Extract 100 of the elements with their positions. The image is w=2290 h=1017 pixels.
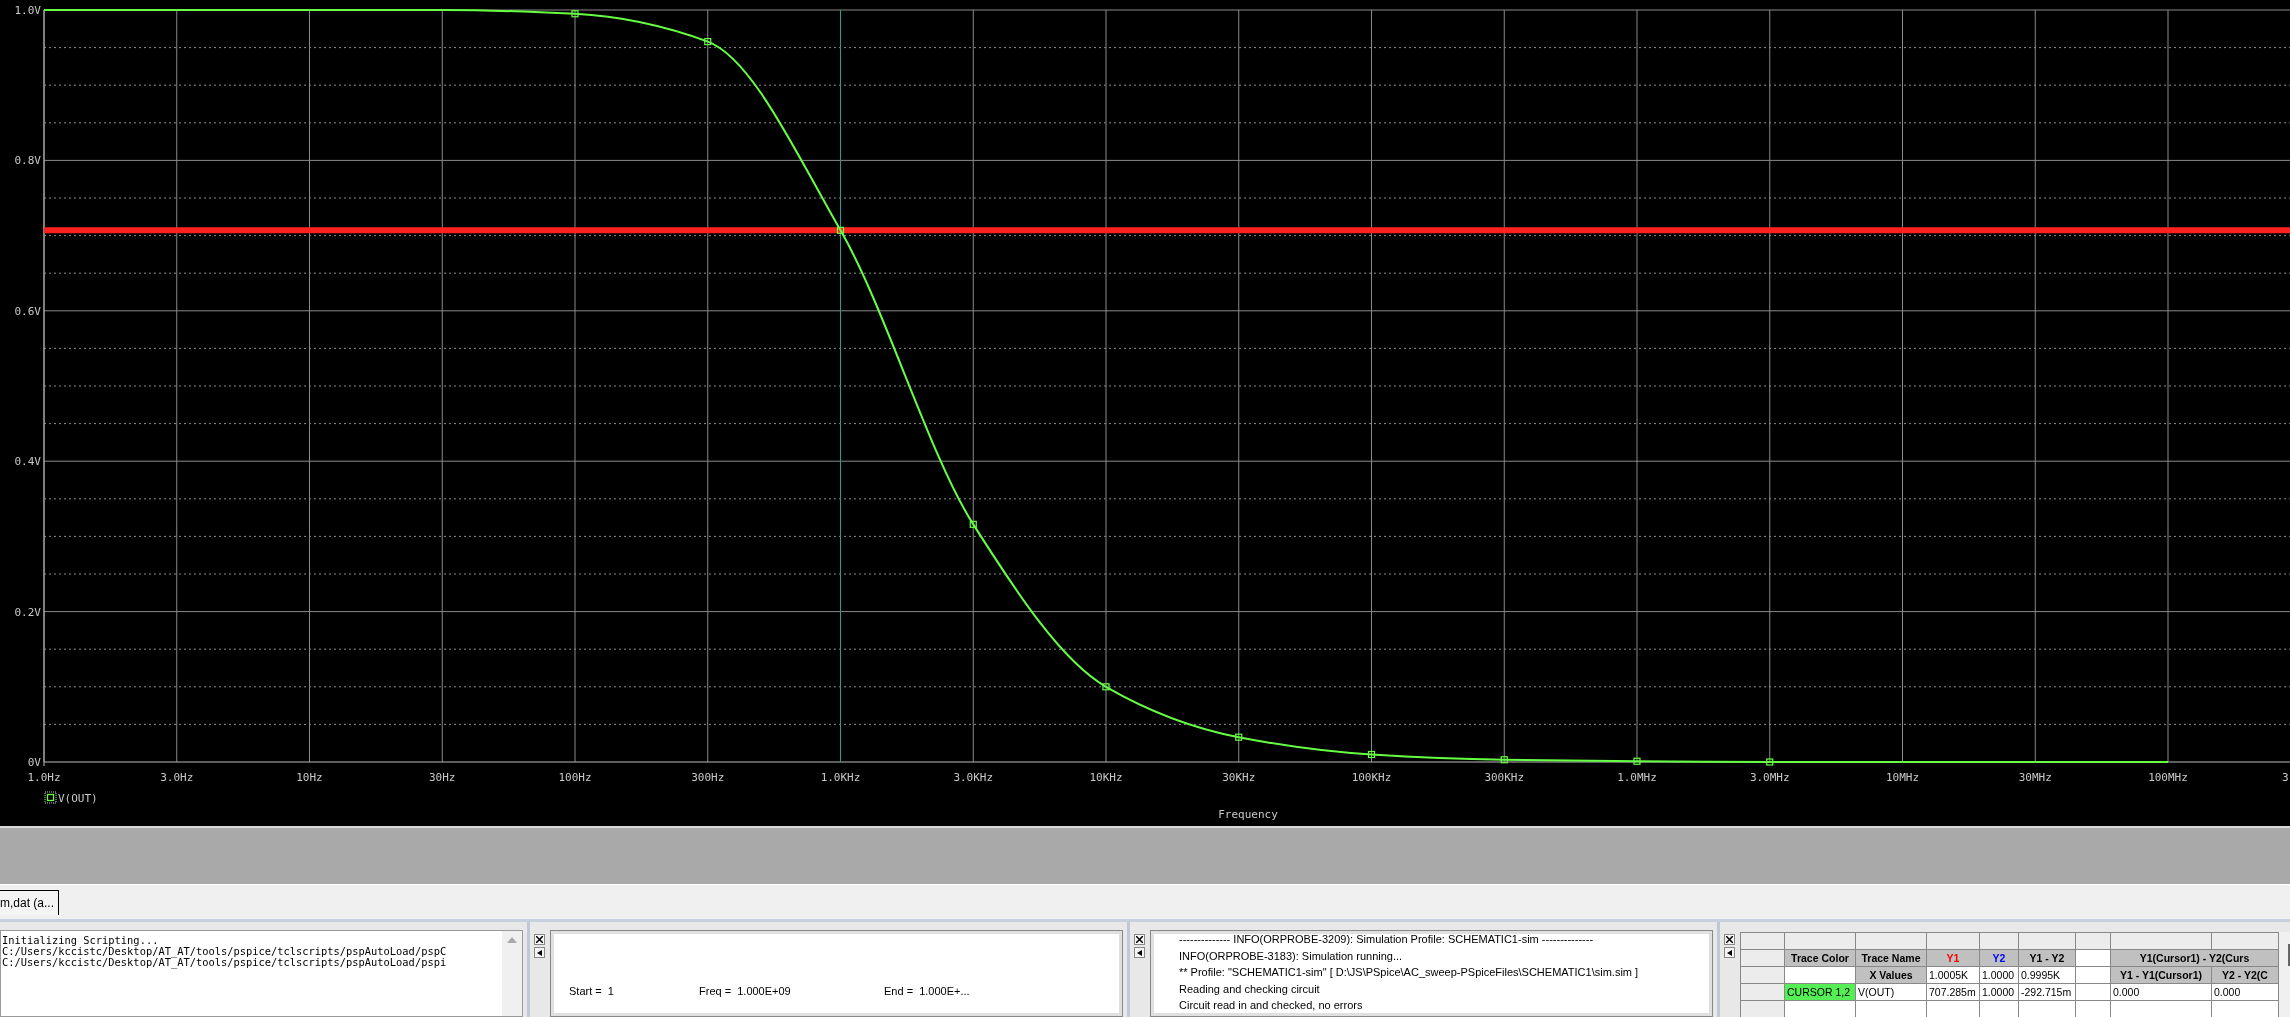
left-arrow-icon (1727, 949, 1732, 956)
table-header-cell: Y2 - Y2(C (2212, 967, 2278, 983)
table-cell (2076, 1001, 2110, 1017)
table-header-cell (1980, 933, 2018, 949)
x-tick-label: 1.0Hz (27, 771, 61, 784)
point (1633, 757, 1641, 765)
output-line: Circuit read in and checked, no errors (1178, 998, 1364, 1013)
trace-color-cell: CURSOR 1,2 (1785, 984, 1855, 1000)
point (571, 10, 579, 18)
legend-marker-icon (44, 791, 57, 804)
console-line: C:/Users/kccistc/Desktop/AT_AT/tools/pspice/tclscripts/pspAutoLoad/pspi (2, 957, 448, 968)
left-arrow-icon (1137, 949, 1142, 956)
close-icon (1726, 936, 1733, 943)
x-tick-label: 30Hz (429, 771, 456, 784)
output-line: INFO(ORPROBE-3183): Simulation running... (1178, 948, 1404, 964)
table-cell: 1.0005K (1927, 967, 1979, 983)
table-cell (1856, 1001, 1926, 1017)
x-tick-label: 1.0KHz (820, 771, 861, 784)
point (1766, 758, 1774, 766)
output-line: ** Profile: "SCHEMATIC1-sim" [ D:\JS\PSpice\AC_sweep-PSpiceFiles\SCHEMATIC1\sim.sim ] (1178, 965, 1640, 980)
y-tick-label: 1.0V (14, 4, 41, 17)
close-button[interactable] (1134, 934, 1145, 945)
y-tick-label: 0.4V (14, 455, 41, 469)
point (1235, 733, 1243, 741)
table-header-cell (2076, 933, 2110, 949)
table-header-cell: Trace Color (1785, 950, 1855, 966)
x-tick-label: 3.0MHz (1749, 771, 1790, 784)
table-header-cell: Y1 - Y2 (2019, 950, 2075, 966)
table-cell (2212, 1001, 2278, 1017)
x-tick-label: 3 (2282, 771, 2289, 784)
table-cell: 0.000 (2111, 984, 2211, 1000)
table-header-cell (1741, 967, 1784, 983)
table-header-cell (2019, 933, 2075, 949)
point (1102, 683, 1110, 691)
table-cell: -292.715m (2019, 984, 2075, 1000)
y-tick-label: 0.6V (14, 304, 41, 318)
table-cell: 707.285m (1927, 984, 1979, 1000)
x-tick-label: 3.0KHz (953, 771, 994, 784)
table-header-cell: X Values (1856, 967, 1926, 983)
table-cell: 0.000 (2212, 984, 2278, 1000)
point (704, 37, 712, 46)
y-tick-label: 0V (27, 756, 41, 769)
table-header-cell: Y1 - Y1(Cursor1) (2111, 967, 2211, 983)
legend-label[interactable]: V(OUT) (58, 792, 98, 805)
x-tick-label: 100MHz (2148, 771, 2188, 784)
table-cell: V(OUT) (1856, 984, 1926, 1000)
point (836, 226, 845, 234)
x-tick-label: 300Hz (691, 771, 725, 784)
table-cell (2019, 1001, 2075, 1017)
table-header-cell: Y2 (1980, 950, 2018, 966)
document-tab[interactable]: m,dat (a... (0, 890, 60, 915)
table-cell (2076, 984, 2110, 1000)
close-button[interactable] (1724, 934, 1735, 945)
table-cell (1927, 1001, 1979, 1017)
x-tick-label: 100KHz (1351, 771, 1392, 784)
x-tick-label: 1.0MHz (1617, 771, 1657, 784)
sweep-value: End = 1.000E+... (884, 985, 971, 997)
close-icon (536, 936, 543, 943)
x-axis-label: Frequency (1218, 808, 1278, 821)
table-header-cell (1785, 933, 1855, 949)
table-header-cell (1741, 984, 1784, 1000)
table-cell (1980, 1001, 2018, 1017)
table-header-cell (1741, 950, 1784, 966)
point (1367, 750, 1376, 759)
table-cell: 1.0000 (1980, 984, 2018, 1000)
table-header-cell (1856, 933, 1926, 949)
point (1500, 756, 1508, 764)
table-header-cell: Trace Name (1856, 950, 1926, 966)
table-header-cell (1741, 933, 1784, 949)
y-tick-label: 0.2V (14, 605, 41, 619)
x-tick-label: 300KHz (1484, 771, 1525, 784)
output-line: -------------- INFO(ORPROBE-3209): Simulation Profile: SCHEMATIC1-sim -------------- (1178, 932, 1595, 947)
collapse-button[interactable] (1724, 947, 1735, 958)
point (969, 520, 977, 528)
sweep-value: Freq = 1.000E+09 (699, 985, 792, 997)
sweep-value: Start = 1 (569, 985, 615, 997)
close-button[interactable] (534, 934, 545, 945)
x-tick-label: 10MHz (1885, 771, 1920, 784)
table-header-cell: Y1(Cursor1) - Y2(Curs (2111, 950, 2278, 966)
table-cell (2076, 950, 2110, 966)
table-cell (1785, 1001, 1855, 1017)
table-header-cell: Y1 (1927, 950, 1979, 966)
console-line: C:/Users/kccistc/Desktop/AT_AT/tools/pspice/tclscripts/pspAutoLoad/pspC (2, 946, 448, 957)
x-tick-label: 10KHz (1089, 771, 1123, 784)
y-tick-label: 0.8V (14, 154, 41, 168)
output-line: Reading and checking circuit (1178, 981, 1321, 997)
collapse-button[interactable] (1134, 947, 1145, 958)
table-header-cell (1927, 933, 1979, 949)
x-tick-label: 3.0Hz (160, 771, 194, 784)
table-cell (2076, 967, 2110, 983)
x-tick-label: 10Hz (296, 771, 323, 784)
collapse-button[interactable] (534, 947, 545, 958)
table-cell: 0.9995K (2019, 967, 2075, 983)
table-cell: 1.0000 (1980, 967, 2018, 983)
console-line: Initializing Scripting... (2, 935, 159, 946)
x-tick-label: 30KHz (1222, 771, 1256, 784)
table-cell (1785, 967, 1855, 983)
close-icon (1136, 936, 1143, 943)
x-tick-label: 100Hz (558, 771, 592, 784)
x-tick-label: 30MHz (2018, 771, 2052, 784)
